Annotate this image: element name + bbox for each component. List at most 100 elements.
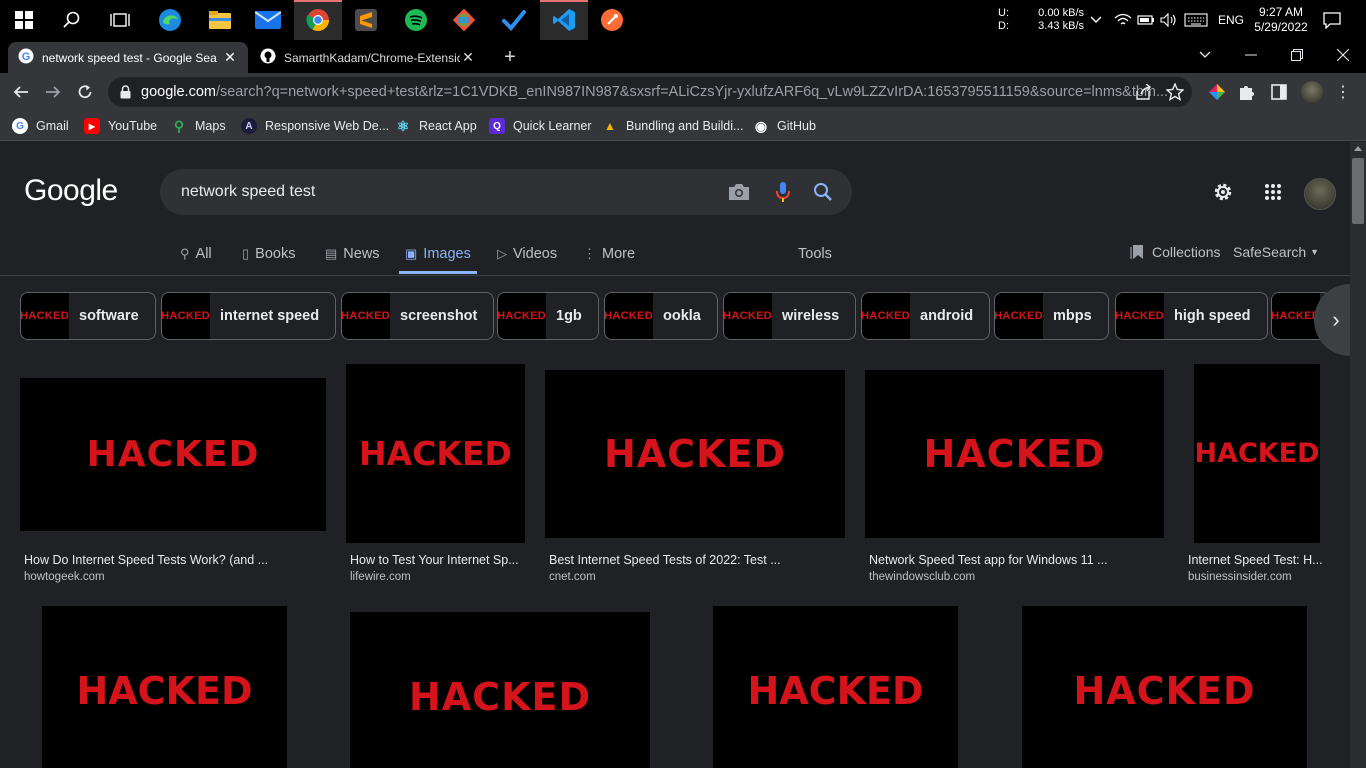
tools-button[interactable]: Tools [798, 234, 832, 274]
page-scrollbar[interactable] [1350, 142, 1366, 768]
sublime-text-icon[interactable] [342, 0, 390, 40]
color-extension-icon[interactable] [1206, 81, 1228, 103]
image-result[interactable]: HACKED [1022, 606, 1307, 768]
camera-search-icon[interactable] [727, 180, 751, 204]
keyboard-icon[interactable] [1184, 0, 1208, 40]
result-source[interactable]: thewindowsclub.com [869, 571, 1163, 583]
close-tab-icon[interactable]: ✕ [460, 49, 476, 66]
spotify-icon[interactable] [392, 0, 440, 40]
language-indicator[interactable]: ENG [1218, 0, 1244, 40]
chip-screenshot[interactable]: HACKED screenshot [341, 292, 495, 340]
tray-chevron-icon[interactable] [1090, 0, 1102, 40]
volume-icon[interactable] [1160, 0, 1178, 40]
task-view-icon[interactable] [96, 0, 144, 40]
collections-button[interactable]: Collections [1130, 232, 1220, 272]
menu-kebab-icon[interactable]: ⋮ [1332, 81, 1354, 103]
lock-icon[interactable] [120, 85, 131, 99]
result-image[interactable]: HACKED [42, 606, 287, 768]
tab-more[interactable]: ⋮ More [583, 234, 635, 274]
windows-start-icon[interactable] [0, 0, 48, 40]
search-submit-icon[interactable] [811, 180, 835, 204]
tab-github[interactable]: SamarthKadam/Chrome-Extensic ✕ [250, 42, 486, 73]
settings-gear-icon[interactable] [1209, 178, 1237, 206]
chip-high-speed[interactable]: HACKED high speed [1115, 292, 1268, 340]
image-result[interactable]: HACKED Internet Speed Test: H... busines… [1188, 364, 1330, 588]
image-result[interactable]: HACKED [42, 606, 287, 768]
wifi-icon[interactable] [1114, 0, 1132, 40]
side-panel-icon[interactable] [1268, 81, 1290, 103]
reload-icon[interactable] [70, 77, 100, 107]
result-source[interactable]: businessinsider.com [1188, 571, 1324, 583]
image-result[interactable]: HACKED [713, 606, 958, 768]
tab-all[interactable]: ⚲ All [180, 234, 212, 274]
chip-ookla[interactable]: HACKED ookla [604, 292, 718, 340]
voice-search-icon[interactable] [771, 180, 795, 204]
bookmark-bundling-building[interactable]: ▲ Bundling and Buildi... [602, 115, 743, 137]
tab-videos[interactable]: ▷ Videos [497, 234, 557, 274]
todo-icon[interactable] [490, 0, 538, 40]
result-caption[interactable]: Best Internet Speed Tests of 2022: Test … [549, 553, 843, 567]
result-source[interactable]: howtogeek.com [24, 571, 324, 583]
back-icon[interactable] [6, 77, 36, 107]
tab-news[interactable]: ▤ News [325, 234, 380, 274]
address-bar[interactable]: google.com/search?q=network+speed+test&r… [108, 77, 1192, 107]
new-tab-button[interactable]: + [494, 42, 526, 73]
apps-grid-icon[interactable] [1259, 178, 1287, 206]
result-caption[interactable]: How to Test Your Internet Sp... [350, 553, 522, 567]
image-result[interactable]: HACKED [350, 612, 650, 768]
share-icon[interactable] [1132, 81, 1154, 103]
chip-internet-speed[interactable]: HACKED internet speed [161, 292, 337, 340]
bookmark-gmail[interactable]: G Gmail [12, 115, 69, 137]
result-caption[interactable]: How Do Internet Speed Tests Work? (and .… [24, 553, 324, 567]
mail-icon[interactable] [244, 0, 292, 40]
result-source[interactable]: lifewire.com [350, 571, 522, 583]
clock[interactable]: 9:27 AM 5/29/2022 [1250, 0, 1312, 40]
file-explorer-icon[interactable] [196, 0, 244, 40]
chip-wireless[interactable]: HACKED wireless [723, 292, 857, 340]
close-tab-icon[interactable]: ✕ [222, 49, 238, 66]
chip-1gb[interactable]: HACKED 1gb [497, 292, 599, 340]
notifications-icon[interactable] [1322, 0, 1342, 40]
bookmark-quick-learner[interactable]: Q Quick Learner [489, 115, 592, 137]
profile-avatar[interactable] [1301, 81, 1323, 103]
bookmark-star-icon[interactable] [1164, 81, 1186, 103]
result-image[interactable]: HACKED [545, 370, 845, 538]
tab-google-search[interactable]: G network speed test - Google Sea ✕ [8, 42, 248, 73]
minimize-icon[interactable] [1228, 40, 1274, 70]
restore-icon[interactable] [1274, 40, 1320, 70]
tab-search-icon[interactable] [1182, 40, 1228, 70]
safesearch-button[interactable]: SafeSearch ▼ [1233, 232, 1319, 272]
image-result[interactable]: HACKED Best Internet Speed Tests of 2022… [545, 370, 845, 588]
battery-icon[interactable] [1137, 0, 1155, 40]
chip-mbps[interactable]: HACKED mbps [994, 292, 1109, 340]
bookmark-react-app[interactable]: ⚛ React App [395, 115, 477, 137]
result-image[interactable]: HACKED [346, 364, 525, 543]
result-source[interactable]: cnet.com [549, 571, 843, 583]
bookmark-youtube[interactable]: ▶ YouTube [84, 115, 157, 137]
result-image[interactable]: HACKED [350, 612, 650, 768]
bookmark-responsive-web-design[interactable]: A Responsive Web De... [241, 115, 389, 137]
tab-images[interactable]: ▣ Images [399, 234, 477, 274]
result-caption[interactable]: Network Speed Test app for Windows 11 ..… [869, 553, 1163, 567]
image-result[interactable]: HACKED Network Speed Test app for Window… [865, 370, 1165, 588]
account-avatar[interactable] [1304, 178, 1336, 210]
image-result[interactable]: HACKED How Do Internet Speed Tests Work?… [20, 378, 326, 588]
search-icon[interactable] [48, 0, 96, 40]
postman-icon[interactable] [588, 0, 636, 40]
git-icon[interactable] [440, 0, 488, 40]
google-logo[interactable]: Google [24, 174, 118, 208]
bookmark-github[interactable]: ◉ GitHub [753, 115, 816, 137]
result-image[interactable]: HACKED [1022, 606, 1307, 768]
result-image[interactable]: HACKED [713, 606, 958, 768]
extensions-puzzle-icon[interactable] [1236, 81, 1258, 103]
bookmark-maps[interactable]: ⚲ Maps [171, 115, 226, 137]
image-result[interactable]: HACKED How to Test Your Internet Sp... l… [346, 364, 526, 588]
result-image[interactable]: HACKED [1194, 364, 1320, 543]
scroll-up-arrow-icon[interactable] [1354, 146, 1362, 151]
tab-books[interactable]: ▯ Books [242, 234, 295, 274]
result-image[interactable]: HACKED [865, 370, 1164, 538]
chrome-icon[interactable] [294, 0, 342, 40]
edge-icon[interactable] [146, 0, 194, 40]
result-image[interactable]: HACKED [20, 378, 326, 531]
result-caption[interactable]: Internet Speed Test: H... [1188, 553, 1324, 567]
